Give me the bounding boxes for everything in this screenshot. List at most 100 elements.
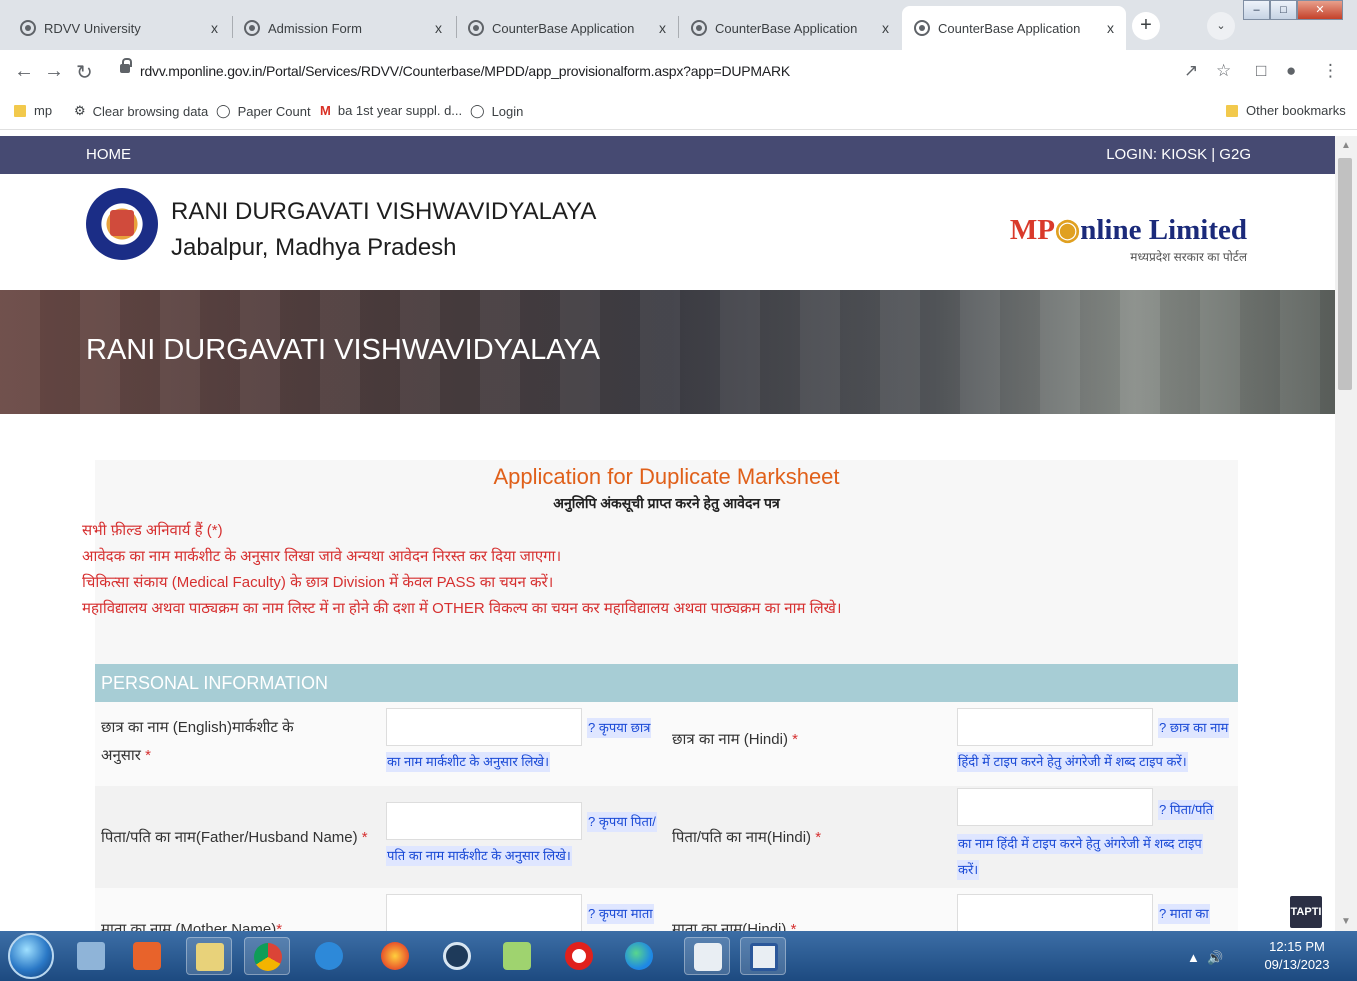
tab-admission-form[interactable]: Admission Form x	[232, 6, 454, 50]
taskbar-media-player[interactable]	[434, 937, 480, 975]
scroll-down-icon[interactable]: ▼	[1341, 916, 1351, 927]
taskbar-explorer[interactable]	[68, 937, 114, 975]
gear-icon: ⚙	[74, 103, 86, 118]
form-row-father-name: पिता/पति का नाम(Father/Husband Name) * ?…	[95, 786, 1238, 888]
instruction-note: महाविद्यालय अथवा पाठ्यक्रम का नाम लिस्ट …	[82, 600, 842, 617]
clock-date: 09/13/2023	[1264, 957, 1330, 972]
scroll-up-icon[interactable]: ▲	[1341, 140, 1351, 151]
maximize-button[interactable]: □	[1270, 0, 1297, 20]
close-icon[interactable]: x	[659, 20, 666, 36]
mother-name-hi-input[interactable]	[957, 894, 1153, 931]
section-title: PERSONAL INFORMATION	[101, 673, 329, 693]
bookmark-gmail[interactable]: M ba 1st year suppl. d...	[320, 103, 462, 118]
student-name-en-label: छात्र का नाम (English)मार्कशीट के अनुसार…	[101, 714, 294, 770]
taskbar-internet-explorer[interactable]	[306, 937, 352, 975]
taskbar-chrome[interactable]	[244, 937, 290, 975]
tab-rdvv-university[interactable]: RDVV University x	[8, 6, 230, 50]
tapti-widget-button[interactable]: TAPTI	[1290, 896, 1322, 928]
minimize-button[interactable]: –	[1243, 0, 1270, 20]
nav-login-link[interactable]: LOGIN: KIOSK | G2G	[1106, 146, 1251, 163]
tab-counterbase-2[interactable]: CounterBase Application x	[679, 6, 901, 50]
windows-taskbar	[0, 931, 1357, 981]
bookmark-login[interactable]: ◯ Login	[470, 103, 523, 119]
label-text: अनुसार	[101, 747, 141, 764]
close-icon[interactable]: x	[435, 20, 442, 36]
instruction-note: चिकित्सा संकाय (Medical Faculty) के छात्…	[82, 574, 554, 591]
taskbar-edge[interactable]	[616, 937, 662, 975]
taskbar-folder[interactable]	[494, 937, 540, 975]
bookmark-label: Login	[491, 103, 524, 119]
taskbar-file-manager[interactable]	[186, 937, 232, 975]
profile-avatar[interactable]: ●	[1286, 61, 1296, 81]
new-tab-button[interactable]: +	[1132, 12, 1160, 40]
required-asterisk: *	[790, 921, 797, 931]
required-asterisk: *	[145, 747, 151, 764]
share-icon[interactable]: ↗	[1184, 61, 1198, 81]
tab-counterbase-1[interactable]: CounterBase Application x	[456, 6, 678, 50]
firefox-icon	[381, 942, 409, 970]
close-icon[interactable]: x	[1107, 20, 1114, 36]
bookmark-star-icon[interactable]: ☆	[1216, 61, 1231, 81]
form-subtitle: अनुलिपि अंकसूची प्राप्त करने हेतु आवेदन …	[553, 495, 780, 511]
instruction-note: सभी फ़ील्ड अनिवार्य हैं (*)	[82, 522, 223, 539]
label-text: छात्र का नाम (English)मार्कशीट के	[101, 719, 294, 736]
bookmark-clear-browsing-data[interactable]: ⚙ Clear browsing data	[74, 103, 208, 119]
mother-name-hi-label: माता का नाम(Hindi) *	[672, 916, 796, 931]
bookmark-label: Other bookmarks	[1246, 103, 1346, 118]
taskbar-word[interactable]	[740, 937, 786, 975]
reload-icon[interactable]: ↻	[76, 60, 93, 85]
father-name-hi-input[interactable]	[957, 788, 1153, 826]
father-name-en-input[interactable]	[386, 802, 582, 840]
tab-counterbase-active[interactable]: CounterBase Application x	[902, 6, 1126, 50]
taskbar-office[interactable]	[124, 937, 170, 975]
student-name-en-hint-cont: का नाम मार्कशीट के अनुसार लिखे।	[386, 752, 550, 772]
window-controls: – □ ✕	[1243, 0, 1343, 20]
student-name-en-input[interactable]	[386, 708, 582, 746]
close-icon[interactable]: x	[882, 20, 889, 36]
mother-name-hi-hint: ? माता का	[1158, 904, 1210, 924]
close-window-button[interactable]: ✕	[1297, 0, 1343, 20]
taskbar-opera[interactable]	[556, 937, 602, 975]
scrollbar-thumb[interactable]	[1338, 158, 1352, 390]
tab-search-button[interactable]: ⌄	[1207, 12, 1235, 40]
bookmark-label: Paper Count	[237, 103, 311, 119]
address-bar[interactable]: rdvv.mponline.gov.in/Portal/Services/RDV…	[110, 56, 1260, 88]
clock-time: 12:15 PM	[1269, 939, 1325, 954]
bookmark-paper-count[interactable]: ◯ Paper Count	[216, 103, 311, 119]
system-clock[interactable]: 12:15 PM 09/13/2023	[1262, 938, 1332, 974]
required-asterisk: *	[792, 731, 798, 748]
student-name-hi-input[interactable]	[957, 708, 1153, 746]
label-text: पिता/पति का नाम(Father/Husband Name)	[101, 829, 358, 846]
close-icon[interactable]: x	[211, 20, 218, 36]
father-name-en-hint: ? कृपया पिता/	[587, 812, 657, 832]
nav-home-link[interactable]: HOME	[86, 146, 131, 163]
globe-icon	[914, 20, 930, 36]
student-name-hi-hint: ? छात्र का नाम	[1158, 718, 1230, 738]
mother-name-en-input[interactable]	[386, 894, 582, 931]
bookmark-mp[interactable]: mp	[14, 103, 52, 118]
form-row-mother-name: माता का नाम (Mother Name)* ? कृपया माता …	[95, 888, 1238, 931]
required-asterisk: *	[815, 829, 822, 846]
taskbar-firefox[interactable]	[372, 937, 418, 975]
section-header: PERSONAL INFORMATION	[95, 664, 1238, 702]
sidepanel-icon[interactable]: □	[1256, 61, 1266, 81]
page-scrollbar[interactable]: ▲ ▼	[1335, 136, 1357, 931]
tab-title: CounterBase Application	[492, 20, 635, 36]
other-bookmarks[interactable]: Other bookmarks	[1226, 103, 1346, 118]
bookmarks-bar: mp ⚙ Clear browsing data ◯ Paper Count M…	[0, 94, 1357, 130]
taskbar-snipping-tool[interactable]	[684, 937, 730, 975]
opera-icon	[565, 942, 593, 970]
volume-icon[interactable]: ▲ 🔊	[1187, 950, 1223, 966]
hero-banner: RANI DURGAVATI VISHWAVIDYALAYA	[0, 290, 1335, 414]
required-asterisk: *	[276, 921, 283, 931]
globe-icon	[244, 20, 260, 36]
edge-icon	[625, 942, 653, 970]
start-button[interactable]	[8, 933, 54, 979]
snipping-tool-icon	[694, 943, 722, 971]
required-asterisk: *	[361, 829, 368, 846]
globe-icon	[20, 20, 36, 36]
forward-icon[interactable]: →	[44, 60, 64, 83]
menu-icon[interactable]: ⋮	[1322, 61, 1339, 81]
back-icon[interactable]: ←	[14, 60, 34, 83]
label-text: पिता/पति का नाम(Hindi)	[672, 829, 812, 846]
